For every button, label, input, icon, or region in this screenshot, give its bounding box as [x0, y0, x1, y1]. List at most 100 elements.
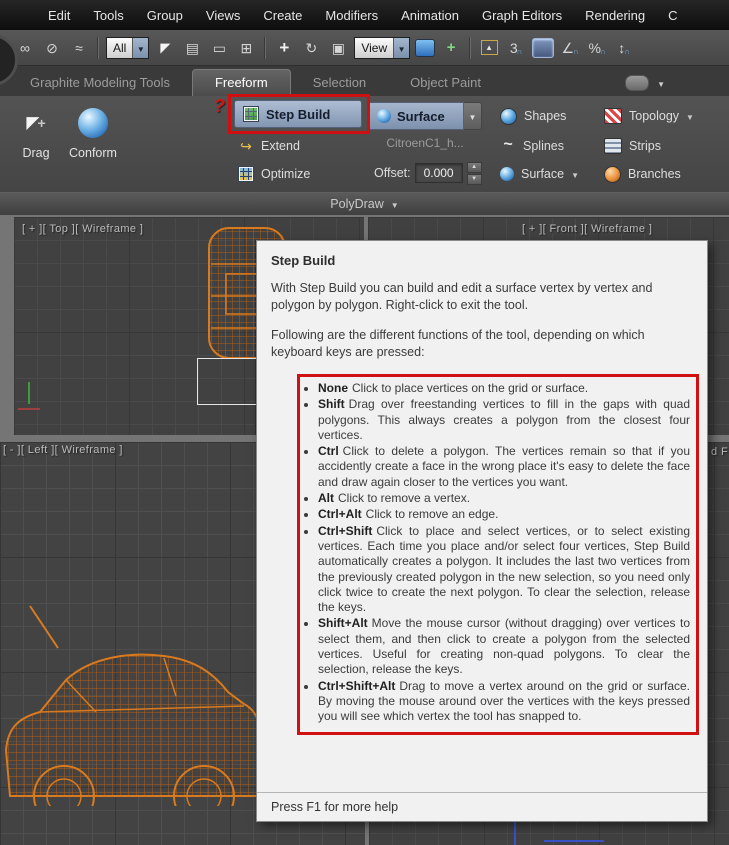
viewport-label-fragment: d F: [711, 446, 729, 458]
step-build-label: Step Build: [266, 106, 331, 122]
menu-create[interactable]: Create: [263, 8, 302, 23]
step-build-button[interactable]: Step Build: [234, 100, 362, 128]
conform-brush-icon: [78, 108, 108, 138]
bullet-text: Click to remove a vertex.: [338, 491, 471, 506]
bullet-key: Ctrl+Shift: [318, 523, 373, 538]
viewport-top-label[interactable]: [ + ][ Top ][ Wireframe ]: [22, 223, 143, 235]
main-toolbar: ∞ ⊘ ≈ All ◤ ▤ ▭ ⊞ + ↻ ▣ View + ▲ 3∩ ∠∩ %…: [0, 30, 729, 66]
use-pivot-point-icon[interactable]: [415, 38, 436, 57]
bind-to-space-warp-icon[interactable]: ≈: [68, 37, 90, 59]
unlink-selection-icon[interactable]: ⊘: [41, 37, 63, 59]
strips-button[interactable]: Strips: [604, 134, 661, 158]
graphite-ribbon-toggle-icon[interactable]: [532, 37, 555, 58]
extend-label: Extend: [261, 139, 300, 153]
bullet-text: Click to delete a polygon. The vertices …: [318, 444, 690, 489]
chevron-down-icon[interactable]: [571, 167, 579, 181]
mirror-icon[interactable]: ▲: [480, 40, 498, 55]
viewport-front-label[interactable]: [ + ][ Front ][ Wireframe ]: [522, 223, 652, 235]
offset-input[interactable]: 0.000: [414, 163, 463, 183]
offset-spinner-up[interactable]: [466, 161, 482, 173]
select-and-manipulate-icon[interactable]: +: [440, 37, 462, 59]
percent-snap-icon[interactable]: % ∩: [586, 37, 608, 59]
shapes-label: Shapes: [524, 109, 567, 123]
select-and-rotate-icon[interactable]: ↻: [300, 37, 322, 59]
surface-object-name: CitroenC1_h...: [386, 136, 464, 150]
tooltip-following: Following are the different functions of…: [271, 328, 645, 359]
splines-label: Splines: [523, 139, 564, 153]
select-and-scale-icon[interactable]: ▣: [327, 37, 349, 59]
tab-graphite-modeling-tools[interactable]: Graphite Modeling Tools: [8, 70, 192, 96]
surface-dropdown-arrow[interactable]: [464, 102, 482, 130]
menu-group[interactable]: Group: [147, 8, 183, 23]
conform-tool-button[interactable]: Conform: [64, 100, 122, 186]
menu-rendering[interactable]: Rendering: [585, 8, 645, 23]
reference-coordinate-value: View: [361, 40, 388, 55]
menu-graph-editors[interactable]: Graph Editors: [482, 8, 562, 23]
select-and-move-icon[interactable]: +: [273, 37, 295, 59]
axis-x-gizmo: [18, 408, 40, 410]
annotation-keys-highlight: None Click to place vertices on the grid …: [297, 374, 699, 735]
ribbon-panel-polydraw: ◤ + Drag Conform ? Step Build ↪ Extend O…: [0, 96, 729, 192]
toolbar-separator: [469, 36, 472, 59]
drag-cursor-icon: ◤ +: [26, 113, 46, 132]
tab-selection[interactable]: Selection: [291, 70, 388, 96]
chevron-down-icon[interactable]: [657, 74, 665, 92]
polydraw-panel-title[interactable]: PolyDraw: [0, 192, 729, 215]
conform-label: Conform: [69, 146, 117, 160]
select-object-icon[interactable]: ◤: [154, 37, 176, 59]
ribbon-display-toggle-icon[interactable]: [625, 75, 650, 91]
tooltip-intro: With Step Build you can build and edit a…: [271, 281, 653, 312]
polydraw-label: PolyDraw: [330, 197, 384, 211]
menu-modifiers[interactable]: Modifiers: [325, 8, 378, 23]
tooltip-bullet: Shift+AltMove the mouse cursor (without …: [318, 616, 690, 677]
drag-tool-button[interactable]: ◤ + Drag: [10, 100, 62, 186]
app-window: Edit Tools Group Views Create Modifiers …: [0, 0, 729, 845]
angle-snap-icon[interactable]: ∠ ∩: [559, 37, 581, 59]
spinner-snap-icon[interactable]: ↕ ∩: [613, 37, 635, 59]
topology-icon: [604, 108, 622, 124]
shapes-button[interactable]: Shapes: [500, 104, 566, 128]
tooltip-bullet: ShiftDrag over freestanding vertices to …: [318, 397, 690, 443]
surface-row-label: Surface: [521, 167, 565, 181]
menu-bar: Edit Tools Group Views Create Modifiers …: [0, 0, 729, 30]
drag-label: Drag: [22, 146, 50, 160]
extend-button[interactable]: ↪ Extend: [238, 134, 300, 158]
topology-button[interactable]: Topology: [604, 104, 694, 128]
menu-customize-clipped[interactable]: C: [668, 8, 677, 23]
chevron-down-icon[interactable]: [686, 109, 694, 123]
tooltip-bullet: Ctrl+Shift+AltDrag to move a vertex arou…: [318, 679, 690, 725]
reference-coordinate-dropdown[interactable]: View: [354, 36, 411, 59]
dropdown-arrow-icon[interactable]: [393, 37, 410, 58]
dropdown-arrow-icon[interactable]: [132, 37, 149, 58]
topology-label: Topology: [629, 109, 680, 123]
window-crossing-icon[interactable]: ⊞: [235, 37, 257, 59]
splines-button[interactable]: ~ Splines: [500, 134, 564, 158]
bullet-key: Ctrl+Alt: [318, 507, 362, 522]
offset-control: Offset: 0.000: [374, 161, 482, 185]
tab-freeform[interactable]: Freeform: [191, 69, 291, 96]
branches-button[interactable]: Branches: [604, 162, 681, 186]
surface-row-button[interactable]: Surface: [500, 162, 579, 186]
tooltip-title: Step Build: [271, 253, 336, 268]
viewport-left-label[interactable]: [ - ][ Left ][ Wireframe ]: [3, 444, 123, 456]
tab-object-paint[interactable]: Object Paint: [388, 70, 503, 96]
bullet-text: Click to place vertices on the grid or s…: [352, 381, 589, 395]
shapes-icon: [500, 107, 517, 125]
menu-animation[interactable]: Animation: [401, 8, 459, 23]
menu-edit[interactable]: Edit: [48, 8, 70, 23]
menu-views[interactable]: Views: [206, 8, 240, 23]
snap-toggle-icon[interactable]: 3 ∩: [505, 37, 527, 59]
offset-label: Offset:: [374, 166, 411, 180]
tooltip-bullet-list: None Click to place vertices on the grid …: [302, 381, 690, 725]
strips-icon: [604, 138, 622, 154]
select-by-name-icon[interactable]: ▤: [181, 37, 203, 59]
optimize-button[interactable]: Optimize: [238, 162, 310, 186]
selection-filter-dropdown[interactable]: All: [106, 36, 150, 59]
chevron-down-icon[interactable]: [391, 197, 399, 211]
offset-spinner-down[interactable]: [466, 173, 482, 185]
tooltip-footer-text: Press F1 for more help: [271, 800, 399, 814]
surface-mode-dropdown[interactable]: Surface: [368, 102, 482, 130]
menu-tools[interactable]: Tools: [93, 8, 123, 23]
tooltip-bullet: Alt Click to remove a vertex.: [318, 491, 690, 506]
rectangular-selection-region-icon[interactable]: ▭: [208, 37, 230, 59]
